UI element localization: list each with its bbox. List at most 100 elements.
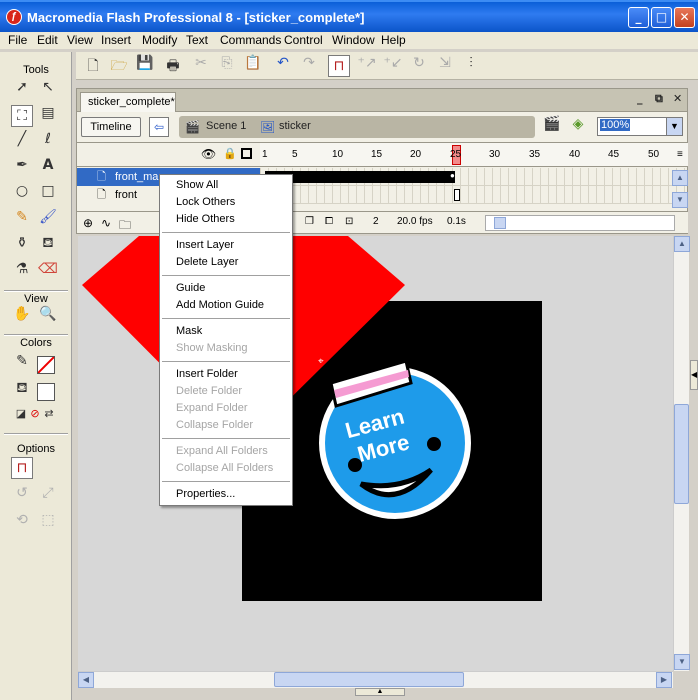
stroke-color-swatch[interactable] [37, 356, 55, 374]
copy-icon[interactable]: ⎘ [216, 55, 238, 77]
menu-view[interactable]: View [67, 33, 93, 47]
menu-edit[interactable]: Edit [37, 33, 58, 47]
snap-magnet-icon[interactable]: ⊓ [328, 55, 350, 77]
paint-bucket-tool-icon[interactable]: ⛾ [37, 235, 59, 257]
doc-minimize-icon[interactable]: _ [637, 92, 643, 105]
print-icon[interactable]: 🖶 [162, 55, 184, 77]
menu-window[interactable]: Window [332, 33, 375, 47]
menu-item-insert-layer[interactable]: Insert Layer [176, 239, 234, 251]
free-transform-tool-icon[interactable]: ⛶ [11, 105, 33, 127]
eraser-tool-icon[interactable]: ⌫ [37, 261, 59, 283]
eyedropper-tool-icon[interactable]: ⚗ [11, 261, 33, 283]
onion-skin-icon[interactable]: ❐ [305, 216, 314, 227]
layer-frames-front-mask[interactable]: ● [260, 168, 688, 186]
rectangle-tool-icon[interactable]: □ [37, 183, 59, 205]
menu-item-add-motion-guide[interactable]: Add Motion Guide [176, 299, 264, 311]
snap-to-objects-icon[interactable]: ⊓ [11, 457, 33, 479]
brush-tool-icon[interactable]: 🖌 [37, 209, 59, 231]
outline-icon[interactable] [241, 148, 252, 159]
menu-item-show-all[interactable]: Show All [176, 179, 218, 191]
selection-tool-icon[interactable]: ➚ [11, 79, 33, 101]
scroll-left-icon[interactable]: ◀ [78, 672, 94, 688]
end-frame-marker[interactable] [454, 189, 460, 201]
menu-file[interactable]: File [8, 33, 27, 47]
close-button[interactable]: ✕ [674, 7, 695, 28]
menu-item-delete-layer[interactable]: Delete Layer [176, 256, 238, 268]
doc-close-icon[interactable]: ✕ [673, 92, 682, 105]
breadcrumb-symbol[interactable]: sticker [279, 120, 311, 132]
menu-insert[interactable]: Insert [101, 33, 131, 47]
hand-tool-icon[interactable]: ✋ [11, 306, 33, 328]
stage-vscroll[interactable]: ▲ ▼ [673, 236, 690, 671]
keyframe-dot[interactable]: ● [450, 171, 455, 180]
pen-tool-icon[interactable]: ✒ [11, 157, 33, 179]
menu-commands[interactable]: Commands [220, 33, 281, 47]
cut-icon[interactable]: ✂ [190, 55, 212, 77]
eye-icon[interactable]: 👁 [201, 147, 216, 161]
line-tool-icon[interactable]: ╱ [11, 131, 33, 153]
menu-item-guide[interactable]: Guide [176, 282, 205, 294]
scroll-up-icon[interactable]: ▲ [672, 170, 688, 186]
fill-color-icon[interactable]: ⛾ [11, 380, 33, 402]
onion-outline-icon[interactable]: ⧠ [325, 216, 333, 227]
insert-layer-icon[interactable]: ⊕ [83, 216, 93, 230]
document-tab[interactable]: sticker_complete* [80, 92, 176, 112]
scroll-right-icon[interactable]: ▶ [656, 672, 672, 688]
scroll-down-icon[interactable]: ▼ [672, 192, 688, 208]
edit-scene-icon[interactable]: 🎬 [541, 116, 563, 138]
timeline-vscroll[interactable]: ▲ ▼ [672, 170, 688, 210]
save-icon[interactable]: 💾 [134, 55, 156, 77]
menu-item-mask[interactable]: Mask [176, 325, 202, 337]
scroll-down-icon[interactable]: ▼ [674, 654, 690, 670]
doc-restore-icon[interactable]: ⧉ [655, 92, 663, 106]
maximize-button[interactable]: □ [651, 7, 672, 28]
lasso-tool-icon[interactable]: ℓ [37, 131, 59, 153]
scroll-thumb[interactable] [674, 404, 689, 504]
fill-color-swatch[interactable] [37, 383, 55, 401]
new-file-icon[interactable]: 🗋 [82, 55, 104, 77]
ink-bottle-tool-icon[interactable]: ⚱ [11, 235, 33, 257]
menu-item-lock-others[interactable]: Lock Others [176, 196, 235, 208]
menu-text[interactable]: Text [186, 33, 208, 47]
chevron-down-icon[interactable]: ▼ [666, 118, 682, 135]
frame-span[interactable] [265, 171, 455, 183]
paste-icon[interactable]: 📋 [242, 55, 264, 77]
stroke-color-icon[interactable]: ✎ [11, 353, 33, 375]
properties-collapse-icon[interactable]: ▲ [355, 688, 405, 696]
oval-tool-icon[interactable]: ○ [11, 183, 33, 205]
edit-multiple-frames-icon[interactable]: ⊡ [345, 216, 353, 227]
menu-item-properties[interactable]: Properties... [176, 488, 235, 500]
text-tool-icon[interactable]: A [37, 157, 59, 179]
insert-folder-icon[interactable]: 🗀 [119, 216, 131, 237]
minimize-button[interactable]: _ [628, 7, 649, 28]
add-motion-guide-icon[interactable]: ∿ [101, 216, 111, 230]
stage-hscroll[interactable]: ◀ ▶ [78, 671, 673, 688]
menu-item-hide-others[interactable]: Hide Others [176, 213, 235, 225]
menu-modify[interactable]: Modify [142, 33, 177, 47]
undo-icon[interactable]: ↶ [272, 55, 294, 77]
timeline-toggle-button[interactable]: Timeline [81, 117, 141, 137]
frame-ruler[interactable]: 1 5 10 15 20 25 30 35 40 45 50 [260, 143, 688, 167]
timeline-hscroll[interactable] [485, 215, 675, 231]
lock-icon[interactable]: 🔒 [223, 147, 237, 160]
flash-app-icon[interactable]: ƒ [6, 9, 22, 25]
menu-item-insert-folder[interactable]: Insert Folder [176, 368, 238, 380]
align-icon[interactable]: ⫶ [460, 55, 482, 77]
pencil-tool-icon[interactable]: ✎ [11, 209, 33, 231]
redo-icon[interactable]: ↷ [298, 55, 320, 77]
zoom-select[interactable]: 100% ▼ [597, 117, 683, 136]
menu-control[interactable]: Control [284, 33, 323, 47]
edit-symbols-icon[interactable]: ◈ [567, 116, 589, 138]
zoom-tool-icon[interactable]: 🔍 [37, 306, 59, 328]
back-arrow-icon[interactable]: ⇦ [149, 117, 169, 137]
timeline-menu-icon[interactable]: ≡ [677, 149, 683, 160]
scroll-up-icon[interactable]: ▲ [674, 236, 690, 252]
sticker-graphic[interactable]: Learn More [319, 359, 471, 519]
breadcrumb-scene[interactable]: Scene 1 [206, 120, 246, 132]
panel-collapse-icon[interactable]: ◀ [690, 360, 698, 390]
menu-help[interactable]: Help [381, 33, 406, 47]
gradient-transform-tool-icon[interactable]: ▤ [37, 105, 59, 127]
subselection-tool-icon[interactable]: ↖ [37, 79, 59, 101]
open-folder-icon[interactable]: 🗁 [108, 55, 130, 77]
scroll-thumb[interactable] [494, 217, 506, 229]
